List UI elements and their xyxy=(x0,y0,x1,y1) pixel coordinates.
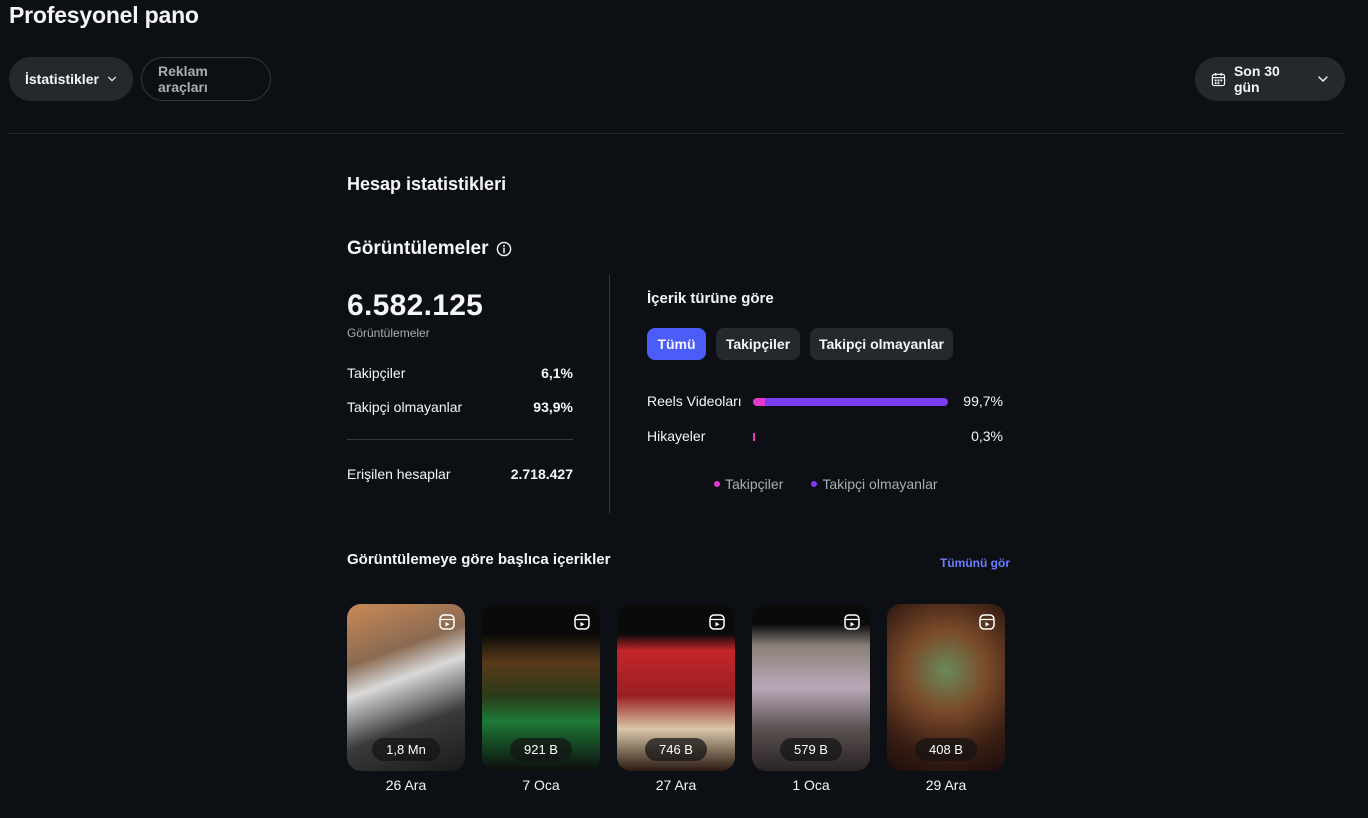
views-title-label: Görüntülemeler xyxy=(347,238,489,259)
stories-label: Hikayeler xyxy=(647,428,706,444)
header-divider xyxy=(9,133,1345,134)
legend-non-followers-label: Takipçi olmayanlar xyxy=(822,476,938,492)
views-title: Görüntülemeler xyxy=(347,238,512,260)
legend-followers-label: Takipçiler xyxy=(725,476,784,492)
ad-tools-label: Reklam araçları xyxy=(158,63,208,95)
reels-non-followers-segment xyxy=(764,398,949,406)
see-all-link[interactable]: Tümünü gör xyxy=(940,556,1010,570)
reels-label: Reels Videoları xyxy=(647,393,742,409)
non-followers-stat-row: Takipçi olmayanlar 93,9% xyxy=(347,399,573,415)
reel-icon xyxy=(574,614,590,630)
non-followers-dot-icon xyxy=(811,481,818,487)
page-title: Profesyonel pano xyxy=(9,2,199,28)
legend-followers: Takipçiler xyxy=(714,476,783,492)
insights-dropdown-button[interactable]: İstatistikler xyxy=(9,57,133,101)
view-count-badge: 579 B xyxy=(780,738,842,761)
tab-followers[interactable]: Takipçiler xyxy=(716,328,800,360)
tab-non-followers[interactable]: Takipçi olmayanlar xyxy=(810,328,953,360)
top-content-title: Görüntülemeye göre başlıca içerikler xyxy=(347,551,611,568)
view-count-badge: 746 B xyxy=(645,738,707,761)
top-content-item[interactable]: 1,8 Mn xyxy=(347,604,465,771)
tab-all[interactable]: Tümü xyxy=(647,328,706,360)
stories-followers-segment xyxy=(753,433,755,441)
accounts-reached-label: Erişilen hesaplar xyxy=(347,466,451,482)
total-views-label: Görüntülemeler xyxy=(347,326,430,340)
top-content-date: 29 Ara xyxy=(925,777,967,793)
stories-value: 0,3% xyxy=(971,428,1003,444)
reel-icon xyxy=(979,614,995,630)
top-content-item[interactable]: 921 B xyxy=(482,604,600,771)
content-type-title: İçerik türüne göre xyxy=(647,290,774,307)
ad-tools-button[interactable]: Reklam araçları xyxy=(141,57,271,101)
top-content-date: 7 Oca xyxy=(522,777,560,793)
non-followers-value: 93,9% xyxy=(533,399,573,415)
accounts-reached-row: Erişilen hesaplar 2.718.427 xyxy=(347,466,573,482)
top-content-item[interactable]: 579 B xyxy=(752,604,870,771)
chevron-down-icon xyxy=(108,76,116,82)
non-followers-label: Takipçi olmayanlar xyxy=(347,399,463,415)
reel-icon xyxy=(709,614,725,630)
reel-icon xyxy=(844,614,860,630)
reel-icon xyxy=(439,614,455,630)
reels-bar xyxy=(753,398,949,406)
reels-value: 99,7% xyxy=(963,393,1003,409)
top-content-item[interactable]: 746 B xyxy=(617,604,735,771)
top-content-date: 26 Ara xyxy=(385,777,427,793)
date-range-label: Son 30 gün xyxy=(1233,63,1280,95)
chevron-down-icon xyxy=(1318,76,1328,82)
stat-divider xyxy=(347,439,573,440)
accounts-reached-value: 2.718.427 xyxy=(510,466,573,482)
top-content-date: 27 Ara xyxy=(655,777,697,793)
date-range-dropdown[interactable]: Son 30 gün xyxy=(1195,57,1345,101)
reels-followers-segment xyxy=(753,398,765,406)
top-content-date: 1 Oca xyxy=(792,777,830,793)
legend-non-followers: Takipçi olmayanlar xyxy=(811,476,938,492)
insights-dropdown-label: İstatistikler xyxy=(25,71,99,87)
toolbar: İstatistikler Reklam araçları Son 30 gün xyxy=(9,57,1345,101)
content-type-legend: Takipçiler Takipçi olmayanlar xyxy=(714,476,938,492)
calendar-icon xyxy=(1211,72,1226,86)
followers-value: 6,1% xyxy=(541,365,573,381)
info-icon[interactable] xyxy=(496,241,512,257)
professional-dashboard: Profesyonel pano İstatistikler Reklam ar… xyxy=(0,0,1368,818)
account-insights-title: Hesap istatistikleri xyxy=(347,174,507,194)
followers-dot-icon xyxy=(714,481,720,487)
reels-bar-row: Reels Videoları 99,7% xyxy=(647,392,1003,412)
top-content-item[interactable]: 408 B xyxy=(887,604,1005,771)
followers-label: Takipçiler xyxy=(347,365,406,381)
view-count-badge: 1,8 Mn xyxy=(372,738,440,761)
stories-bar-row: Hikayeler 0,3% xyxy=(647,427,1003,447)
stories-bar xyxy=(753,433,949,441)
view-count-badge: 408 B xyxy=(915,738,977,761)
total-views-value: 6.582.125 xyxy=(347,289,484,322)
followers-stat-row: Takipçiler 6,1% xyxy=(347,365,573,381)
view-count-badge: 921 B xyxy=(510,738,572,761)
vertical-divider xyxy=(609,275,610,513)
